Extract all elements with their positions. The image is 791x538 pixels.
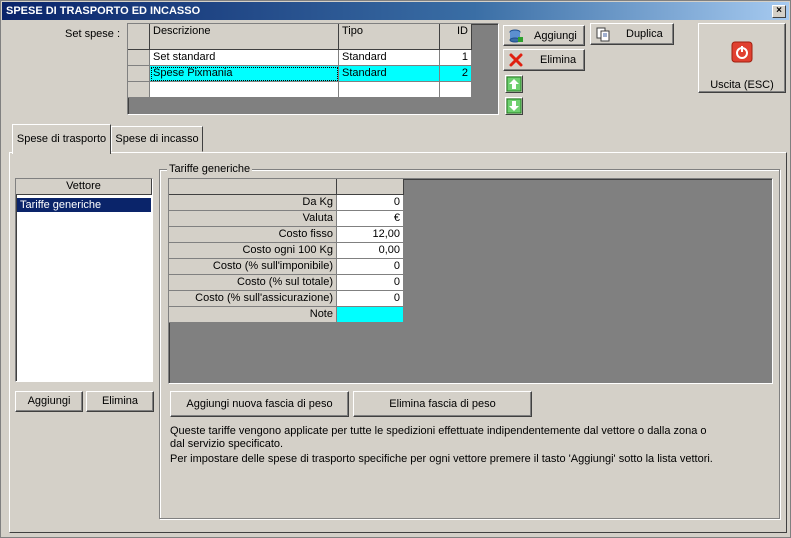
tab-spese-incasso-label: Spese di incasso [115,133,199,145]
cell-descrizione-selected[interactable]: Spese Pixmania [150,66,339,82]
tab-spese-trasporto-label: Spese di trasporto [16,133,107,145]
window-title: SPESE DI TRASPORTO ED INCASSO [6,5,201,17]
tariffa-label: Valuta [169,211,337,227]
tariffe-grid: Da Kg 0 Valuta € Costo fisso 12,00 Costo ogni … [168,178,773,384]
tariffa-label: Costo (% sull'assicurazione) [169,291,337,307]
cell-id-selected[interactable]: 2 [440,66,472,82]
move-down-button[interactable] [505,97,523,115]
cell-descrizione[interactable]: Set standard [150,50,339,66]
row-indicator[interactable] [128,50,150,66]
duplica-label: Duplica [626,28,663,40]
tariffa-value[interactable] [337,307,404,323]
info-text-line1: Queste tariffe vengono applicate per tut… [170,425,707,437]
info-text-line3: Per impostare delle spese di trasporto s… [170,453,713,465]
tariffa-value[interactable]: 0 [337,195,404,211]
grid-corner [128,24,150,50]
set-spese-label: Set spese : [65,28,121,40]
add-database-icon [509,29,523,43]
uscita-label: Uscita (ESC) [710,79,774,91]
tariffe-group-title: Tariffe generiche [167,163,253,175]
close-button[interactable]: × [772,5,786,18]
cell-id[interactable]: 1 [440,50,472,66]
title-bar: SPESE DI TRASPORTO ED INCASSO × [2,2,789,20]
col-tipo[interactable]: Tipo [339,24,440,50]
tariffa-label: Note [169,307,337,323]
copy-document-icon [596,27,610,42]
tariffa-value[interactable]: 0 [337,291,404,307]
col-id[interactable]: ID [440,24,472,50]
arrow-up-icon [506,76,522,92]
row-indicator[interactable] [128,82,150,98]
tariffa-label: Costo fisso [169,227,337,243]
aggiungi-set-button[interactable]: Aggiungi [503,25,585,46]
cell-empty[interactable] [339,82,440,98]
tariffa-value[interactable]: 0,00 [337,243,404,259]
move-up-button[interactable] [505,75,523,93]
tariffa-label: Da Kg [169,195,337,211]
tariffa-label: Costo ogni 100 Kg [169,243,337,259]
tariffa-label: Costo (% sul totale) [169,275,337,291]
cell-tipo[interactable]: Standard [339,50,440,66]
tariffa-value[interactable]: 0 [337,259,404,275]
delete-x-icon [509,53,523,67]
tariffa-value[interactable]: 12,00 [337,227,404,243]
set-spese-grid: Descrizione Tipo ID Set standard Standar… [127,23,499,115]
duplica-button[interactable]: Duplica [590,23,674,45]
tariffa-value[interactable]: 0 [337,275,404,291]
aggiungi-set-label: Aggiungi [534,30,577,42]
info-text-line2: dal servizio specificato. [170,438,284,450]
cell-empty[interactable] [150,82,339,98]
power-icon [731,41,753,63]
tariffa-label: Costo (% sull'imponibile) [169,259,337,275]
vettore-header[interactable]: Vettore [16,179,152,195]
col-descrizione[interactable]: Descrizione [150,24,339,50]
tariffe-corner [169,179,337,195]
vettore-elimina-button[interactable]: Elimina [86,391,154,412]
tariffe-col-header[interactable] [337,179,404,195]
main-window: SPESE DI TRASPORTO ED INCASSO × Set spes… [0,0,791,538]
elimina-set-label: Elimina [540,54,577,66]
tab-spese-trasporto[interactable]: Spese di trasporto [12,124,111,154]
elimina-fascia-button[interactable]: Elimina fascia di peso [353,391,532,417]
aggiungi-fascia-button[interactable]: Aggiungi nuova fascia di peso [170,391,349,417]
vettore-item-selected[interactable]: Tariffe generiche [17,198,151,212]
tab-spese-incasso[interactable]: Spese di incasso [111,126,203,152]
row-indicator[interactable] [128,66,150,82]
vettore-list: Vettore Tariffe generiche [15,178,153,382]
vettore-aggiungi-button[interactable]: Aggiungi [15,391,83,412]
elimina-set-button[interactable]: Elimina [503,49,585,71]
cell-empty[interactable] [440,82,472,98]
cell-tipo-selected[interactable]: Standard [339,66,440,82]
arrow-down-icon [506,98,522,114]
uscita-button[interactable]: Uscita (ESC) [698,23,786,93]
tariffa-value[interactable]: € [337,211,404,227]
